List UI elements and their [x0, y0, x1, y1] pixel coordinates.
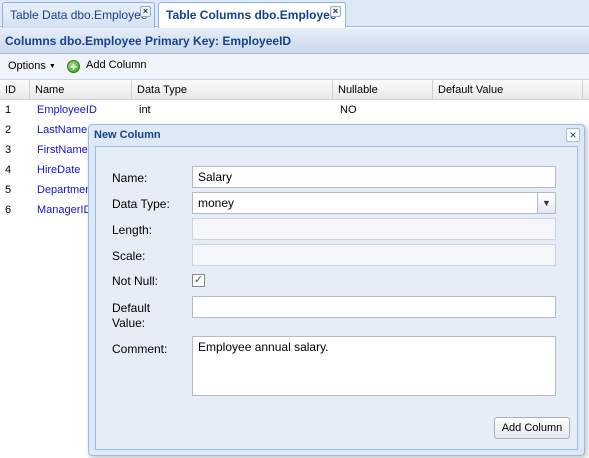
not-null-checkbox[interactable]: ✓ — [192, 274, 205, 287]
scale-input[interactable] — [192, 244, 556, 266]
add-column-button[interactable]: + Add Column — [67, 59, 147, 73]
cell-id: 1 — [5, 104, 12, 116]
cell-id: 6 — [5, 204, 12, 216]
cell-name-link[interactable]: EmployeeID — [32, 100, 132, 120]
column-header-nullable[interactable]: Nullable — [333, 80, 433, 100]
length-input[interactable] — [192, 218, 556, 240]
cell-name-link[interactable]: Department — [32, 180, 88, 200]
cell-default — [435, 100, 583, 120]
new-column-dialog: New Column × Name: Salary Data Type: mon… — [88, 124, 585, 456]
toolbar: Options ▼ + Add Column — [0, 54, 589, 80]
cell-id: 2 — [5, 124, 12, 136]
column-header-name[interactable]: Name — [30, 80, 132, 100]
column-header-default-value[interactable]: Default Value — [433, 80, 583, 100]
dialog-title[interactable]: New Column — [89, 125, 584, 145]
grid-header: ID Name Data Type Nullable Default Value — [0, 80, 589, 100]
cell-name-link[interactable]: LastName — [32, 120, 88, 140]
scale-label: Scale: — [112, 249, 146, 263]
name-input[interactable]: Salary — [192, 166, 556, 188]
add-column-label: Add Column — [86, 59, 147, 71]
cell-id: 3 — [5, 144, 12, 156]
cell-name-link[interactable]: HireDate — [32, 160, 88, 180]
panel-title: Columns dbo.Employee Primary Key: Employ… — [0, 28, 589, 54]
comment-label: Comment: — [112, 342, 168, 356]
data-type-label: Data Type: — [112, 197, 170, 211]
tab-table-data-label: Table Data dbo.Employee — [10, 8, 148, 22]
close-icon[interactable]: × — [566, 128, 580, 142]
cell-data-type: int — [139, 104, 151, 116]
default-value-input[interactable] — [192, 296, 556, 318]
column-header-data-type[interactable]: Data Type — [132, 80, 333, 100]
name-label: Name: — [112, 171, 148, 185]
default-value-label: Default Value: — [112, 301, 150, 331]
dialog-form: Name: Salary Data Type: money ▼ Length: … — [95, 146, 578, 450]
tab-table-data[interactable]: Table Data dbo.Employee × — [2, 2, 155, 28]
close-icon[interactable]: × — [330, 6, 341, 17]
add-column-submit-button[interactable]: Add Column — [494, 417, 570, 439]
data-type-select[interactable]: money ▼ — [192, 192, 556, 214]
options-menu-button[interactable]: Options ▼ — [8, 60, 56, 72]
chevron-down-icon[interactable]: ▼ — [537, 193, 555, 213]
cell-id: 5 — [5, 184, 12, 196]
tab-strip: Table Data dbo.Employee × Table Columns … — [0, 0, 589, 29]
options-label: Options — [8, 60, 46, 72]
default-label-line2: Value: — [112, 316, 146, 330]
cell-name-link[interactable]: ManagerID — [32, 200, 88, 220]
table-row[interactable]: 1 EmployeeID int NO — [0, 100, 589, 120]
cell-id: 4 — [5, 164, 12, 176]
length-label: Length: — [112, 223, 153, 237]
tab-table-columns-label: Table Columns dbo.Employee — [166, 8, 337, 22]
cell-nullable: NO — [340, 104, 357, 116]
chevron-down-icon: ▼ — [48, 63, 56, 70]
close-icon[interactable]: × — [140, 6, 151, 17]
not-null-label: Not Null: — [112, 274, 159, 288]
column-header-id[interactable]: ID — [0, 80, 30, 100]
tab-table-columns[interactable]: Table Columns dbo.Employee × — [158, 2, 346, 29]
add-icon: + — [67, 60, 80, 73]
data-type-value: money — [198, 196, 235, 210]
cell-name-link[interactable]: FirstName — [32, 140, 88, 160]
comment-textarea[interactable]: Employee annual salary. — [192, 336, 556, 396]
default-label-line1: Default — [112, 301, 151, 315]
